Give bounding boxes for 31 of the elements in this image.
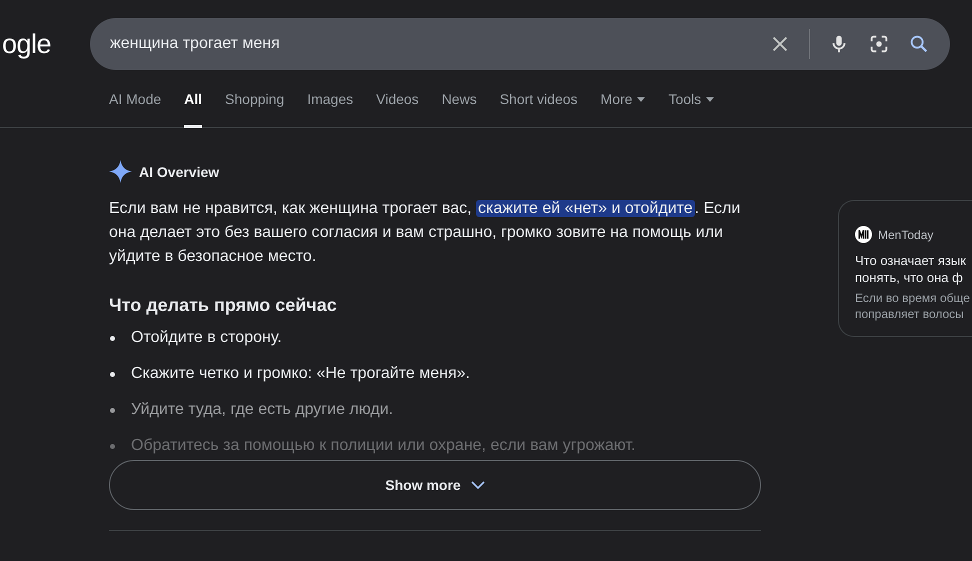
- show-more-button[interactable]: Show more: [109, 460, 761, 510]
- sparkle-icon: [109, 160, 132, 183]
- caret-icon: [637, 97, 646, 102]
- search-tab[interactable]: News: [442, 88, 477, 128]
- search-icon[interactable]: [908, 33, 930, 55]
- camera-lens-icon[interactable]: [868, 33, 890, 55]
- section-heading: Что делать прямо сейчас: [109, 295, 338, 316]
- overview-title: AI Overview: [139, 164, 220, 180]
- search-tab[interactable]: All: [184, 88, 202, 128]
- source-card[interactable]: MenToday Что означает язык понять, что она ф Если во время обще поправляет волосы: [838, 200, 972, 337]
- chevron-down-icon: [470, 481, 485, 489]
- card-snippet: Если во время обще поправляет волосы: [855, 290, 971, 322]
- source-logo-icon: [855, 226, 872, 243]
- search-tab[interactable]: AI Mode: [109, 88, 162, 128]
- search-tab[interactable]: Short videos: [500, 88, 578, 128]
- search-tab[interactable]: Images: [307, 88, 354, 128]
- bullet-item: Отойдите в сторону.: [109, 326, 761, 350]
- search-tab[interactable]: More: [600, 88, 646, 128]
- search-query: женщина трогает меня: [110, 35, 281, 53]
- card-title: Что означает язык понять, что она ф: [855, 252, 967, 286]
- search-field[interactable]: женщина трогает меня: [90, 18, 950, 70]
- overview-paragraph: Если вам не нравится, как женщина трогает вас, скажите ей «нет» и отойдите. Если она делает это без вашего согласия и вам страшно, громко зовите на помощь или уйдите в безопасное место.: [109, 199, 742, 267]
- logo[interactable]: ogle: [2, 28, 90, 60]
- caret-icon: [706, 97, 714, 102]
- search-tab[interactable]: Tools: [668, 88, 714, 128]
- bullet-item: Уйдите туда, где есть другие люди.: [109, 398, 761, 422]
- bullet-item: Скажите четко и громко: «Не трогайте меня».: [109, 362, 761, 386]
- search-tab[interactable]: Videos: [376, 88, 419, 128]
- bullet-item: Обратитесь за помощью к полиции или охране, если вам угрожают.: [109, 434, 761, 458]
- search-tab[interactable]: Shopping: [225, 88, 284, 128]
- source-name: MenToday: [878, 228, 934, 242]
